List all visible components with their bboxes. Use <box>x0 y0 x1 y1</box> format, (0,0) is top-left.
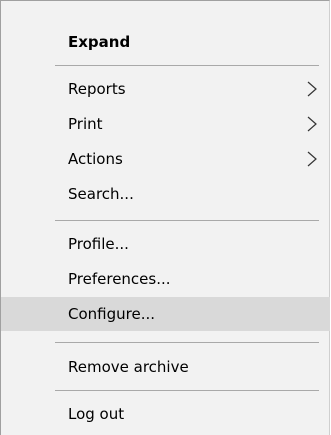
menu-item-print[interactable]: Print <box>1 107 330 141</box>
menu-item-label: Log out <box>68 405 125 423</box>
menu-item-reports[interactable]: Reports <box>1 72 330 106</box>
menu-separator <box>55 390 319 391</box>
menu-item-label: Remove archive <box>68 358 189 376</box>
context-menu: Expand Reports Print Actions Search... P… <box>0 0 330 435</box>
menu-item-label: Search... <box>68 185 134 203</box>
menu-item-remove-archive[interactable]: Remove archive <box>1 350 330 384</box>
menu-separator <box>55 220 319 221</box>
menu-item-label: Expand <box>68 33 131 51</box>
menu-item-log-out[interactable]: Log out <box>1 397 330 431</box>
chevron-right-icon <box>307 151 317 167</box>
menu-separator <box>55 65 319 66</box>
menu-item-label: Preferences... <box>68 270 171 288</box>
menu-item-profile[interactable]: Profile... <box>1 227 330 261</box>
menu-item-preferences[interactable]: Preferences... <box>1 262 330 296</box>
menu-item-configure[interactable]: Configure... <box>1 297 330 331</box>
chevron-right-icon <box>307 116 317 132</box>
menu-item-label: Print <box>68 115 103 133</box>
menu-item-expand[interactable]: Expand <box>1 25 330 59</box>
menu-separator <box>55 342 319 343</box>
menu-item-label: Configure... <box>68 305 156 323</box>
menu-item-label: Actions <box>68 150 123 168</box>
chevron-right-icon <box>307 81 317 97</box>
menu-item-search[interactable]: Search... <box>1 177 330 211</box>
menu-item-label: Reports <box>68 80 126 98</box>
menu-item-actions[interactable]: Actions <box>1 142 330 176</box>
menu-item-label: Profile... <box>68 235 129 253</box>
